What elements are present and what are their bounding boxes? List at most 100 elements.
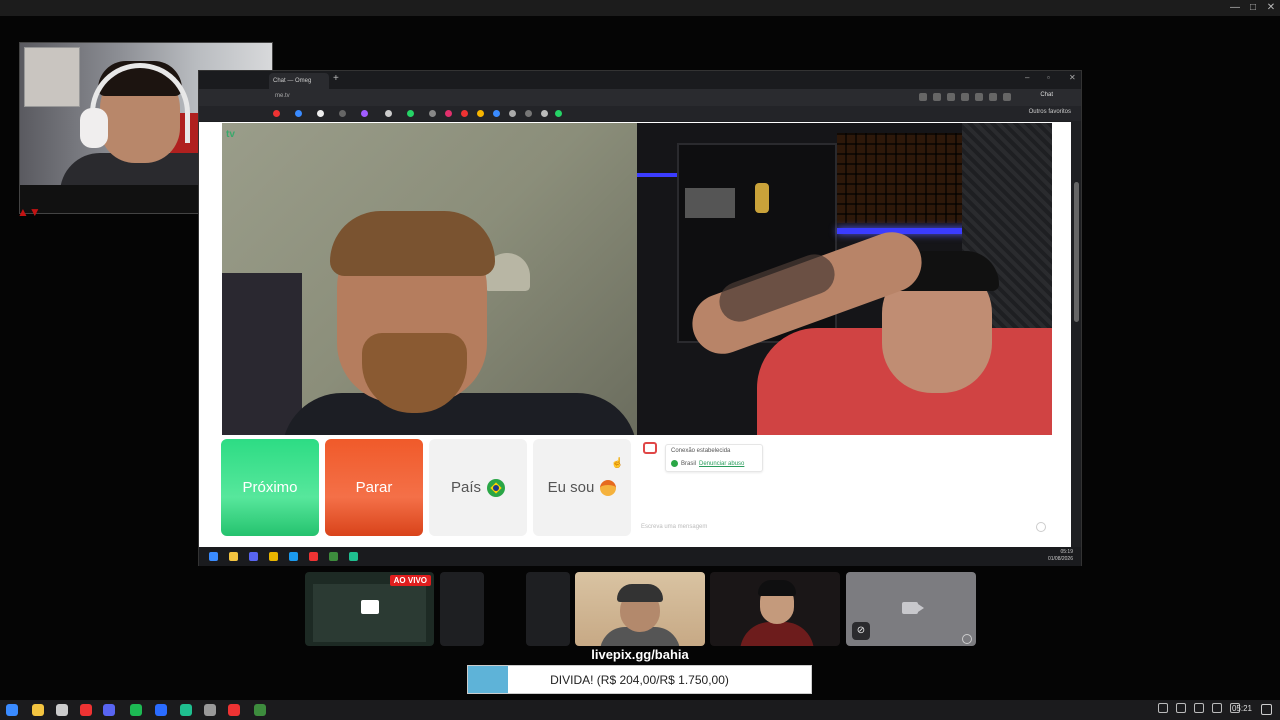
bookmark-whatsapp2-icon[interactable] bbox=[555, 110, 562, 117]
notification-icon[interactable] bbox=[1261, 704, 1272, 715]
spotify-icon[interactable] bbox=[130, 704, 142, 716]
bookmark-grey2-icon[interactable] bbox=[509, 110, 516, 117]
next-button[interactable]: Próximo bbox=[221, 439, 319, 536]
apps-icon[interactable] bbox=[933, 93, 941, 101]
edge-icon[interactable] bbox=[180, 704, 192, 716]
inner-app-icon[interactable] bbox=[309, 552, 318, 561]
network-icon[interactable] bbox=[1212, 703, 1222, 713]
participant-tile-empty-2[interactable] bbox=[526, 572, 570, 646]
inner-start-icon[interactable] bbox=[209, 552, 218, 561]
participant-tile-empty-1[interactable] bbox=[440, 572, 484, 646]
donation-goal-text: DIVIDA! (R$ 204,00/R$ 1.750,00) bbox=[550, 673, 729, 687]
participant-hair bbox=[758, 580, 796, 596]
microphone-icon[interactable] bbox=[1176, 703, 1186, 713]
mouse-cursor-icon: ☝ bbox=[611, 458, 624, 469]
participant-tile-camera-off[interactable]: ⊘ bbox=[846, 572, 976, 646]
browser-close-button[interactable]: ✕ bbox=[1069, 73, 1076, 82]
participant-tile-cap[interactable] bbox=[575, 572, 705, 646]
app-a-icon[interactable] bbox=[155, 704, 167, 716]
country-button[interactable]: País bbox=[429, 439, 527, 536]
windows-taskbar: 05:21 bbox=[0, 700, 1280, 720]
system-tray bbox=[1158, 703, 1240, 713]
bookmark-circle-icon[interactable] bbox=[339, 110, 346, 117]
mic-muted-icon: ⊘ bbox=[852, 622, 870, 640]
report-abuse-link[interactable]: Denunciar abuso bbox=[699, 461, 744, 467]
bookmark-youtube-icon[interactable] bbox=[461, 110, 468, 117]
start-icon[interactable] bbox=[6, 704, 18, 716]
address-bar[interactable]: me.tv Chat bbox=[199, 89, 1081, 106]
participant-tile-stream[interactable]: AO VIVO bbox=[305, 572, 434, 646]
bookmark-grey-icon[interactable] bbox=[429, 110, 436, 117]
bookmark-globe2-icon[interactable] bbox=[541, 110, 548, 117]
bookmark-circle2-icon[interactable] bbox=[525, 110, 532, 117]
url-text[interactable]: me.tv bbox=[275, 93, 290, 99]
stop-button-label: Parar bbox=[355, 479, 393, 496]
youtube-icon[interactable] bbox=[228, 704, 240, 716]
inner-taskbar: 05:19 01/08/2026 bbox=[199, 547, 1081, 566]
inner-app2-icon[interactable] bbox=[329, 552, 338, 561]
stranger-door bbox=[222, 273, 302, 435]
inner-edge-icon[interactable] bbox=[349, 552, 358, 561]
bookmark-red-icon[interactable] bbox=[273, 110, 280, 117]
store-icon[interactable] bbox=[56, 704, 68, 716]
donation-goal-bar: DIVIDA! (R$ 204,00/R$ 1.750,00) bbox=[467, 665, 812, 694]
chat-logo-icon bbox=[643, 442, 657, 454]
page-scrollbar[interactable] bbox=[1071, 122, 1081, 547]
site-logo[interactable]: tv bbox=[226, 129, 235, 140]
connection-status: Conexão estabelecida bbox=[671, 448, 731, 454]
camera-icon[interactable] bbox=[919, 93, 927, 101]
extension-icon[interactable] bbox=[989, 93, 997, 101]
scrollbar-thumb[interactable] bbox=[1074, 182, 1079, 322]
app-green-icon[interactable] bbox=[254, 704, 266, 716]
other-bookmarks-folder[interactable]: Outros favoritos bbox=[1029, 109, 1071, 115]
bookmark-globe-icon[interactable] bbox=[385, 110, 392, 117]
chat-country: Brasil bbox=[681, 460, 697, 467]
headset-earcup bbox=[80, 108, 108, 148]
obs-icon[interactable] bbox=[204, 704, 216, 716]
display-icon[interactable] bbox=[1194, 703, 1204, 713]
stranger-shirt bbox=[282, 393, 637, 435]
participant-tile-gamer[interactable] bbox=[710, 572, 840, 646]
emoji-icon[interactable] bbox=[1036, 522, 1046, 532]
chat-input[interactable]: Escreva uma mensagem bbox=[641, 524, 707, 530]
bookmark-purple-icon[interactable] bbox=[361, 110, 368, 117]
inner-explorer-icon[interactable] bbox=[229, 552, 238, 561]
bookmark-blue2-icon[interactable] bbox=[493, 110, 500, 117]
bookmark-yellow-icon[interactable] bbox=[477, 110, 484, 117]
star-icon[interactable] bbox=[975, 93, 983, 101]
monitor-icon bbox=[361, 600, 379, 614]
bookmark-whatsapp-icon[interactable] bbox=[407, 110, 414, 117]
more-icon[interactable] bbox=[962, 634, 972, 644]
bookmark-blue-icon[interactable] bbox=[295, 110, 302, 117]
next-button-label: Próximo bbox=[242, 479, 298, 496]
browser-maximize-button[interactable]: ▫ bbox=[1047, 73, 1050, 82]
donation-link: livepix.gg/bahia bbox=[591, 647, 689, 662]
toolbar-icons bbox=[919, 93, 1011, 101]
inner-steam-icon[interactable] bbox=[289, 552, 298, 561]
chat-country-row: Brasil Denunciar abuso bbox=[671, 460, 744, 467]
taskbar-clock[interactable]: 05:21 bbox=[1232, 704, 1252, 713]
new-tab-button[interactable]: + bbox=[333, 73, 339, 84]
facecam-shelf bbox=[24, 47, 80, 107]
brave-icon[interactable] bbox=[80, 704, 92, 716]
i-am-button[interactable]: Eu sou bbox=[533, 439, 631, 536]
bookmark-instagram-icon[interactable] bbox=[445, 110, 452, 117]
control-buttons: Próximo Parar País Eu sou bbox=[221, 439, 631, 536]
discord-icon[interactable] bbox=[103, 704, 115, 716]
profile-icon[interactable] bbox=[1003, 93, 1011, 101]
brazil-flag-icon bbox=[487, 478, 505, 497]
edit-icon[interactable] bbox=[961, 93, 969, 101]
bookmark-dot-icon[interactable] bbox=[317, 110, 324, 117]
inner-chrome-icon[interactable] bbox=[269, 552, 278, 561]
stop-button[interactable]: Parar bbox=[325, 439, 423, 536]
mute-icon[interactable] bbox=[947, 93, 955, 101]
file-explorer-icon[interactable] bbox=[32, 704, 44, 716]
tab-omegle-chat[interactable]: Chat — Omeg bbox=[269, 73, 329, 89]
chat-toolbar-button[interactable]: Chat bbox=[1040, 92, 1053, 98]
inner-discord-icon[interactable] bbox=[249, 552, 258, 561]
browser-minimize-button[interactable]: – bbox=[1025, 73, 1029, 82]
inner-clock: 05:19 01/08/2026 bbox=[1048, 549, 1073, 563]
close-button[interactable]: ✕ bbox=[1260, 1, 1280, 15]
live-badge: AO VIVO bbox=[389, 575, 431, 586]
chevron-up-icon[interactable] bbox=[1158, 703, 1168, 713]
